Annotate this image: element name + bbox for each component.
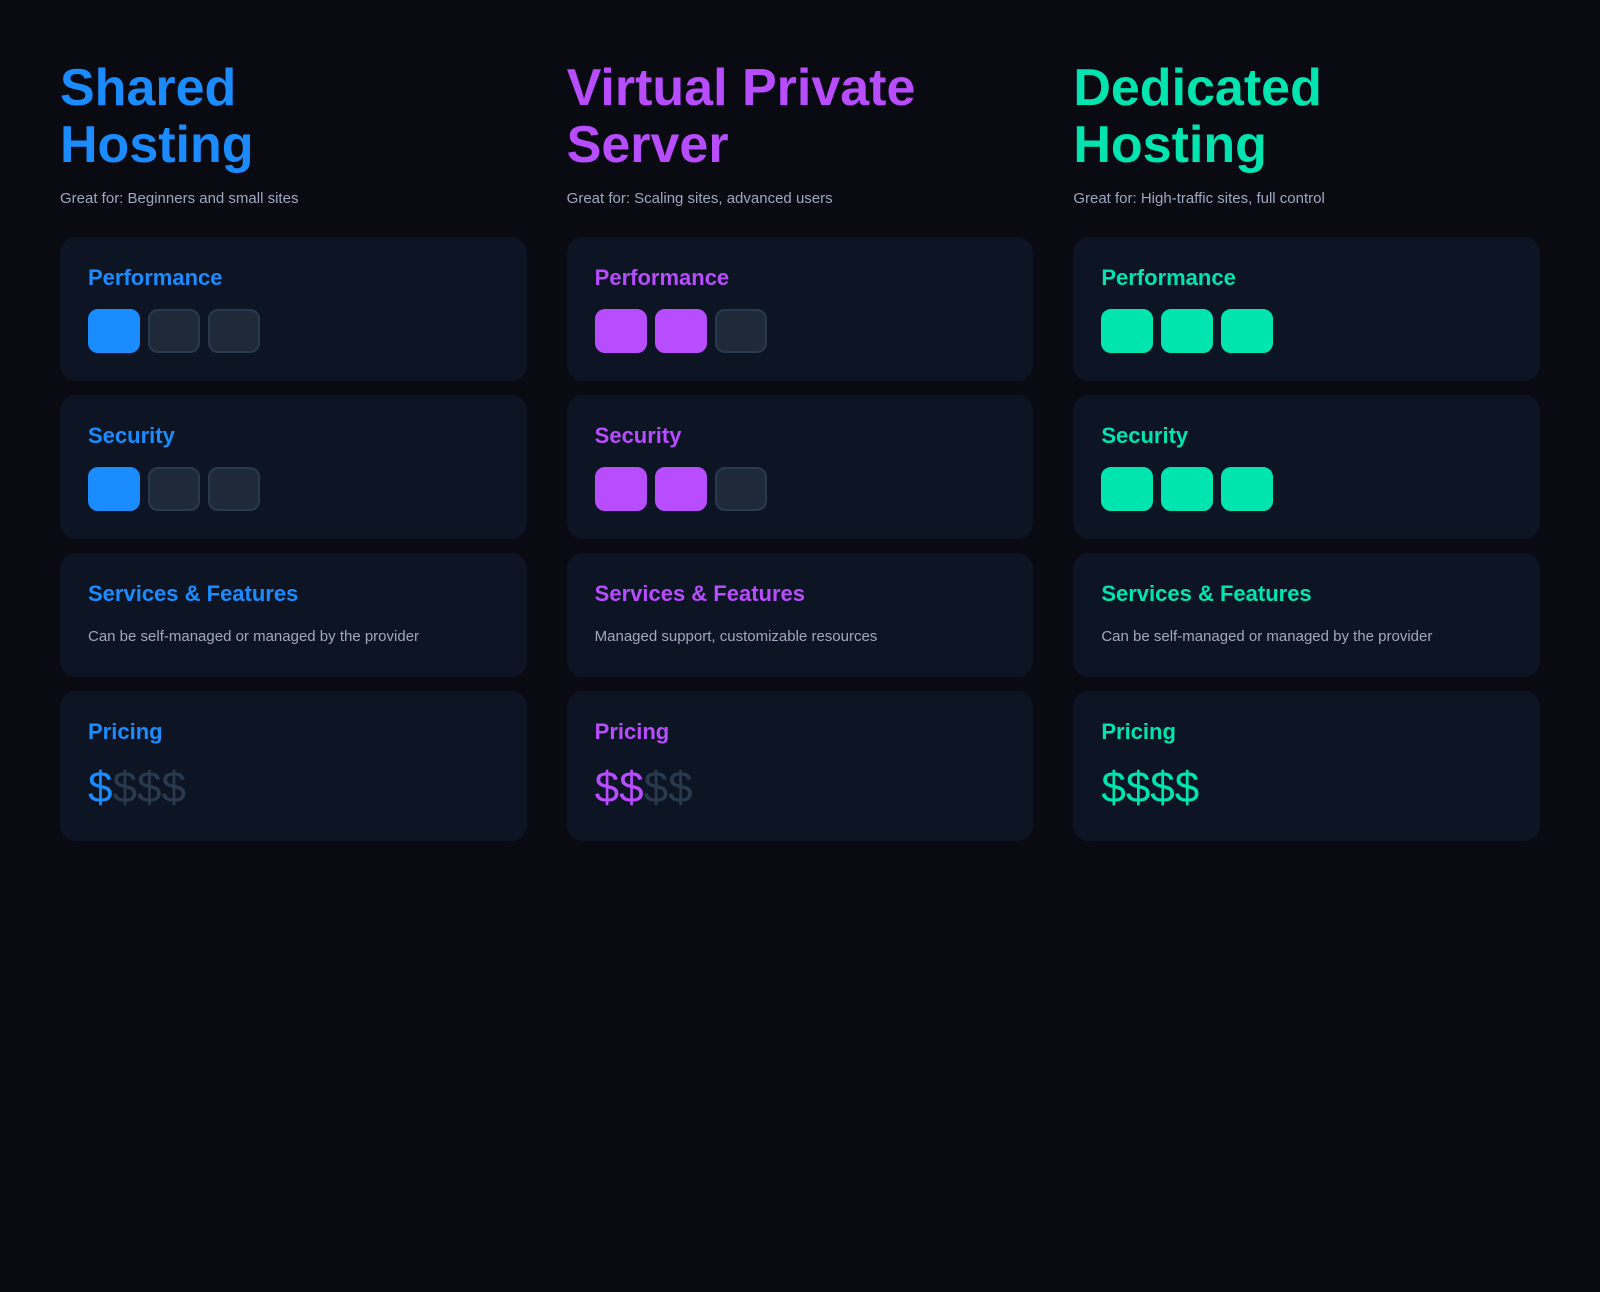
column-header-shared: SharedHosting Great for: Beginners and sm… xyxy=(60,60,527,207)
card-label-shared-pricing: Pricing xyxy=(88,719,499,745)
bar-block-2 xyxy=(1221,309,1273,353)
card-vps-security: Security xyxy=(567,395,1034,539)
bar-block-2 xyxy=(715,309,767,353)
bar-block-2 xyxy=(715,467,767,511)
card-dedicated-performance: Performance xyxy=(1073,237,1540,381)
cards-stack-shared: Performance Security Services & Features Ca… xyxy=(60,237,527,841)
card-label-dedicated-pricing: Pricing xyxy=(1101,719,1512,745)
dollar-3: $ xyxy=(1175,763,1199,812)
column-header-vps: Virtual PrivateServer Great for: Scaling … xyxy=(567,60,1034,207)
bar-block-1 xyxy=(148,467,200,511)
dollar-3: $ xyxy=(668,763,692,812)
bar-container-dedicated-performance xyxy=(1101,309,1512,353)
column-subtitle-dedicated: Great for: High-traffic sites, full cont… xyxy=(1073,190,1540,207)
pricing-display-dedicated: $$$$ xyxy=(1101,763,1512,813)
dollar-2: $ xyxy=(137,763,161,812)
card-vps-performance: Performance xyxy=(567,237,1034,381)
card-label-vps-security: Security xyxy=(595,423,1006,449)
card-label-shared-services: Services & Features xyxy=(88,581,499,607)
pricing-display-shared: $$$$ xyxy=(88,763,499,813)
bar-block-2 xyxy=(1221,467,1273,511)
bar-block-1 xyxy=(1161,309,1213,353)
column-title-vps: Virtual PrivateServer xyxy=(567,60,1034,174)
bar-block-0 xyxy=(88,467,140,511)
dollar-0: $ xyxy=(1101,763,1125,812)
card-label-vps-performance: Performance xyxy=(595,265,1006,291)
column-vps: Virtual PrivateServer Great for: Scaling … xyxy=(567,60,1034,841)
card-text-shared-services: Can be self-managed or managed by the pr… xyxy=(88,625,499,649)
cards-stack-vps: Performance Security Services & Features Ma… xyxy=(567,237,1034,841)
card-dedicated-pricing: Pricing$$$$ xyxy=(1073,691,1540,841)
bar-container-shared-security xyxy=(88,467,499,511)
card-dedicated-services: Services & Features Can be self-managed o… xyxy=(1073,553,1540,677)
bar-container-vps-performance xyxy=(595,309,1006,353)
bar-block-0 xyxy=(595,467,647,511)
dollar-0: $ xyxy=(595,763,619,812)
card-shared-services: Services & Features Can be self-managed o… xyxy=(60,553,527,677)
bar-container-vps-security xyxy=(595,467,1006,511)
card-shared-security: Security xyxy=(60,395,527,539)
column-shared: SharedHosting Great for: Beginners and sm… xyxy=(60,60,527,841)
card-shared-performance: Performance xyxy=(60,237,527,381)
dollar-1: $ xyxy=(619,763,643,812)
card-dedicated-security: Security xyxy=(1073,395,1540,539)
bar-block-0 xyxy=(1101,467,1153,511)
column-subtitle-vps: Great for: Scaling sites, advanced users xyxy=(567,190,1034,207)
card-label-dedicated-performance: Performance xyxy=(1101,265,1512,291)
card-shared-pricing: Pricing$$$$ xyxy=(60,691,527,841)
card-label-dedicated-security: Security xyxy=(1101,423,1512,449)
card-vps-pricing: Pricing$$$$ xyxy=(567,691,1034,841)
dollar-1: $ xyxy=(112,763,136,812)
column-dedicated: DedicatedHosting Great for: High-traffic … xyxy=(1073,60,1540,841)
card-label-vps-pricing: Pricing xyxy=(595,719,1006,745)
column-header-dedicated: DedicatedHosting Great for: High-traffic … xyxy=(1073,60,1540,207)
dollar-0: $ xyxy=(88,763,112,812)
comparison-grid: SharedHosting Great for: Beginners and sm… xyxy=(60,60,1540,841)
card-label-shared-performance: Performance xyxy=(88,265,499,291)
bar-block-0 xyxy=(595,309,647,353)
bar-block-0 xyxy=(1101,309,1153,353)
bar-block-0 xyxy=(88,309,140,353)
card-vps-services: Services & Features Managed support, cust… xyxy=(567,553,1034,677)
bar-block-1 xyxy=(148,309,200,353)
column-title-dedicated: DedicatedHosting xyxy=(1073,60,1540,174)
bar-block-2 xyxy=(208,309,260,353)
dollar-2: $ xyxy=(644,763,668,812)
bar-block-1 xyxy=(1161,467,1213,511)
pricing-display-vps: $$$$ xyxy=(595,763,1006,813)
dollar-3: $ xyxy=(161,763,185,812)
dollar-1: $ xyxy=(1126,763,1150,812)
card-text-dedicated-services: Can be self-managed or managed by the pr… xyxy=(1101,625,1512,649)
column-subtitle-shared: Great for: Beginners and small sites xyxy=(60,190,527,207)
card-label-vps-services: Services & Features xyxy=(595,581,1006,607)
cards-stack-dedicated: Performance Security Services & Features Ca… xyxy=(1073,237,1540,841)
bar-container-dedicated-security xyxy=(1101,467,1512,511)
bar-container-shared-performance xyxy=(88,309,499,353)
card-text-vps-services: Managed support, customizable resources xyxy=(595,625,1006,649)
bar-block-1 xyxy=(655,309,707,353)
card-label-dedicated-services: Services & Features xyxy=(1101,581,1512,607)
column-title-shared: SharedHosting xyxy=(60,60,527,174)
card-label-shared-security: Security xyxy=(88,423,499,449)
bar-block-1 xyxy=(655,467,707,511)
bar-block-2 xyxy=(208,467,260,511)
dollar-2: $ xyxy=(1150,763,1174,812)
